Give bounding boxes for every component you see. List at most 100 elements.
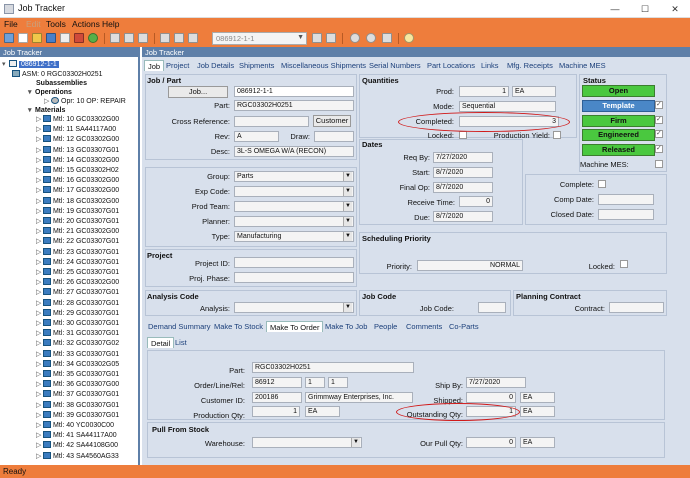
engineered-status-button[interactable]: Engineered (582, 129, 655, 141)
firm-status-button[interactable]: Firm (582, 115, 655, 127)
job-button[interactable]: Job... (168, 86, 228, 98)
planner-select[interactable]: ▼ (234, 216, 354, 227)
history-icon[interactable] (382, 33, 392, 43)
refresh-icon[interactable] (88, 33, 98, 43)
our-pull-qty-field[interactable]: 0 (466, 437, 516, 448)
tree-material-item[interactable]: ▷ Mtl: 23 GC03307G01 (36, 247, 119, 257)
machine-mes-checkbox[interactable] (655, 160, 663, 168)
shipped-field[interactable]: 0 (466, 392, 516, 403)
help-icon[interactable] (404, 33, 414, 43)
draw-field[interactable] (314, 131, 354, 142)
copy-icon[interactable] (124, 33, 134, 43)
tree-material-item[interactable]: ▷ Mtl: 10 GC03302G00 (36, 115, 119, 124)
forward-icon[interactable] (366, 33, 376, 43)
group-select[interactable]: Parts ▼ (234, 171, 354, 182)
tree-material-item[interactable]: ▷ Mtl: 25 GC03307G01 (36, 268, 119, 277)
tree-material-item[interactable]: ▷ Mtl: 42 SA44108G00 (36, 441, 118, 450)
last-record-icon[interactable] (326, 33, 336, 43)
project-id-field[interactable] (234, 257, 354, 268)
tree-material-item[interactable]: ▷ Mtl: 33 GC03307G01 (36, 349, 119, 359)
tab-people[interactable]: People (371, 321, 400, 332)
comp-date-field[interactable] (598, 194, 654, 205)
tree-material-item[interactable]: ▷ Mtl: 12 GC03302G00 (36, 135, 119, 144)
tree-operations[interactable]: ▾ Operations (28, 88, 72, 97)
ship-by-field[interactable]: 7/27/2020 (466, 377, 526, 388)
closed-date-field[interactable] (598, 209, 654, 220)
tree-material-item[interactable]: ▷ Mtl: 34 GC03302G05 (36, 359, 119, 369)
job-navigation-combo[interactable]: 086912-1-1 ▼ (212, 32, 307, 45)
menu-edit[interactable]: Edit (26, 19, 41, 29)
tree-root[interactable]: ▾ 086912-1-1 (2, 60, 59, 69)
tab-demand-summary[interactable]: Demand Summary (145, 321, 214, 332)
tab-machine-mes[interactable]: Machine MES (556, 60, 609, 71)
part-field[interactable]: RGC03302H0251 (234, 100, 354, 111)
tree-material-item[interactable]: ▷ Mtl: 17 GC03302G00 (36, 186, 119, 195)
receive-time-field[interactable]: 0 (459, 196, 493, 207)
next-record-icon[interactable] (312, 33, 322, 43)
maximize-button[interactable]: ☐ (630, 0, 660, 18)
paste-icon[interactable] (138, 33, 148, 43)
final-op-field[interactable]: 8/7/2020 (433, 182, 493, 193)
contract-field[interactable] (609, 302, 664, 313)
tab-make-to-stock[interactable]: Make To Stock (211, 321, 266, 332)
tree-material-item[interactable]: ▷ Mtl: 32 GC03307G02 (36, 339, 119, 348)
search-icon[interactable] (188, 33, 198, 43)
tree-material-item[interactable]: ▷ Mtl: 38 GC03307G01 (36, 400, 119, 410)
back-icon[interactable] (350, 33, 360, 43)
warehouse-select[interactable]: ▼ (252, 437, 362, 448)
open-status-button[interactable]: Open (582, 85, 655, 97)
tree-asm[interactable]: ASM: 0 RGC03302H0251 (12, 70, 103, 79)
tab-job-details[interactable]: Job Details (194, 60, 237, 71)
mto-part-field[interactable]: RGC03302H0251 (252, 362, 414, 373)
firm-checkbox[interactable] (655, 115, 663, 124)
tab-shipments[interactable]: Shipments (236, 60, 277, 71)
tree-material-item[interactable]: ▷ Mtl: 24 GC03307G01 (36, 257, 119, 267)
production-uom-field[interactable]: EA (305, 406, 340, 417)
tree-material-item[interactable]: ▷ Mtl: 35 GC03307G01 (36, 370, 119, 379)
cross-reference-field[interactable] (234, 116, 309, 127)
tree-materials[interactable]: ▾ Materials (28, 106, 65, 115)
save-icon[interactable] (46, 33, 56, 43)
tab-mfg-receipts[interactable]: Mfg. Receipts (504, 60, 556, 71)
priority-field[interactable]: NORMAL (417, 260, 523, 271)
tab-list[interactable]: List (172, 337, 190, 348)
tree-material-item[interactable]: ▷ Mtl: 22 GC03307G01 (36, 237, 119, 246)
mode-field[interactable]: Sequential (459, 101, 556, 112)
tree-material-item[interactable]: ▷ Mtl: 29 GC03307G01 (36, 308, 119, 318)
tree-material-item[interactable]: ▷ Mtl: 31 GC03307G01 (36, 329, 119, 338)
tree-operation[interactable]: ▷ Opr: 10 OP: REPAIR (44, 97, 126, 106)
prod-field[interactable]: 1 (459, 86, 509, 97)
desc-field[interactable]: 3L-S OMEGA W/A (RECON) (234, 146, 354, 157)
cut-icon[interactable] (110, 33, 120, 43)
tree-material-item[interactable]: ▷ Mtl: 11 SA44117A00 (36, 125, 116, 134)
customer-button[interactable]: Customer (313, 115, 351, 127)
due-field[interactable]: 8/7/2020 (433, 211, 493, 222)
shipped-uom-field[interactable]: EA (520, 392, 555, 403)
released-checkbox[interactable] (655, 144, 663, 153)
tree-material-item[interactable]: ▷ Mtl: 43 SA4560AG33 (36, 451, 119, 461)
template-checkbox[interactable] (655, 100, 663, 109)
complete-checkbox[interactable] (598, 180, 606, 188)
production-qty-field[interactable]: 1 (252, 406, 300, 417)
tree-material-item[interactable]: ▷ Mtl: 41 SA44117A00 (36, 431, 117, 440)
previous-record-icon[interactable] (174, 33, 184, 43)
scheduling-locked-checkbox[interactable] (620, 260, 628, 268)
tree-material-item[interactable]: ▷ Mtl: 18 GC03302G00 (36, 196, 119, 206)
engineered-checkbox[interactable] (655, 129, 663, 138)
tab-detail[interactable]: Detail (147, 337, 175, 348)
tab-job[interactable]: Job (144, 60, 165, 71)
start-field[interactable]: 8/7/2020 (433, 167, 493, 178)
tree-material-item[interactable]: ▷ Mtl: 37 GC03307G01 (36, 390, 119, 399)
prod-team-select[interactable]: ▼ (234, 201, 354, 212)
rev-field[interactable]: A (234, 131, 279, 142)
tab-misc-shipments[interactable]: Miscellaneous Shipments (278, 60, 369, 71)
open-folder-icon[interactable] (32, 33, 42, 43)
production-yield-checkbox[interactable] (553, 131, 561, 139)
menu-tools[interactable]: Tools (46, 19, 66, 29)
new-icon[interactable] (18, 33, 28, 43)
outstanding-uom-field[interactable]: EA (520, 406, 555, 417)
prod-uom-field[interactable]: EA (512, 86, 556, 97)
order-field[interactable]: 86912 (252, 377, 302, 388)
tree-view-icon[interactable] (4, 33, 14, 43)
undo-icon[interactable] (74, 33, 84, 43)
